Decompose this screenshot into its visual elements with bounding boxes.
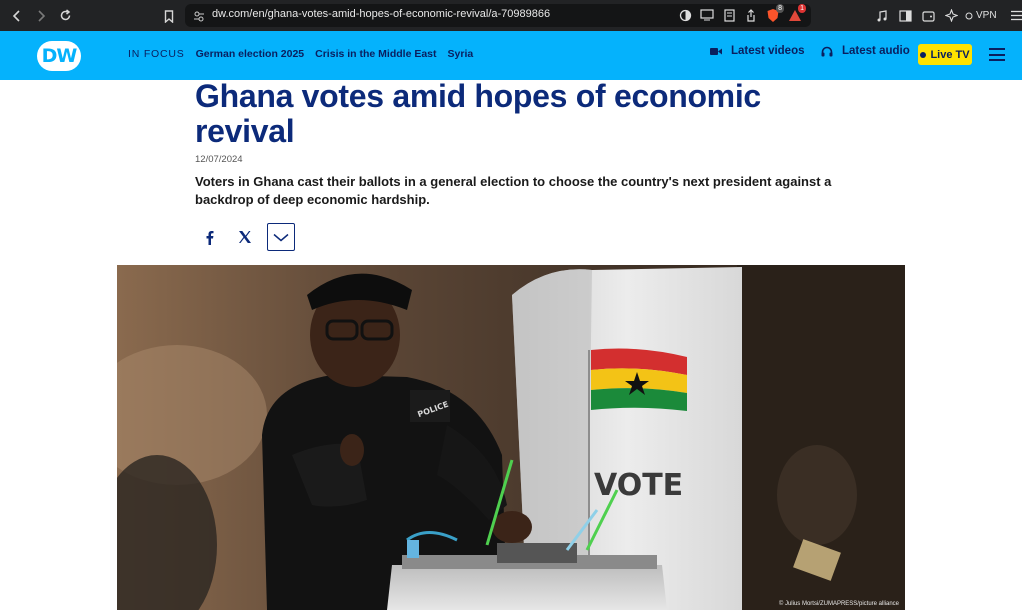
- sidebar-icon[interactable]: [896, 7, 914, 25]
- nav-link-middle-east[interactable]: Crisis in the Middle East: [315, 48, 436, 60]
- latest-videos-label: Latest videos: [731, 45, 805, 57]
- bookmark-icon[interactable]: [160, 7, 178, 25]
- dw-logo[interactable]: DW: [37, 41, 81, 71]
- cast-icon[interactable]: [699, 7, 715, 23]
- share-icon[interactable]: [743, 7, 759, 23]
- back-icon[interactable]: [8, 7, 26, 25]
- more-share-options-button[interactable]: [267, 223, 295, 251]
- rewards-icon[interactable]: 1: [787, 4, 806, 23]
- live-tv-button[interactable]: Live TV: [918, 44, 972, 65]
- site-header: DW IN FOCUS German election 2025 Crisis …: [0, 31, 1022, 80]
- menu-icon[interactable]: [1008, 7, 1022, 25]
- share-bar: [195, 223, 303, 251]
- vote-sign-text: VOTE: [594, 468, 683, 503]
- article-headline: Ghana votes amid hopes of economic reviv…: [195, 78, 761, 149]
- nav-link-german-election[interactable]: German election 2025: [196, 48, 305, 60]
- x-icon: [239, 231, 251, 243]
- top-navigation: IN FOCUS German election 2025 Crisis in …: [128, 48, 473, 60]
- latest-audio-label: Latest audio: [842, 45, 910, 57]
- live-dot-icon: [920, 51, 927, 58]
- in-focus-label: IN FOCUS: [128, 48, 185, 60]
- leo-ai-icon[interactable]: [942, 7, 960, 25]
- article-date: 12/07/2024: [195, 154, 243, 165]
- wallet-icon[interactable]: [919, 7, 937, 25]
- live-tv-label: Live TV: [930, 48, 970, 61]
- article-photo: POLICE VOTE © Julius Mortsi/ZUMAPRESS/pi…: [117, 265, 905, 610]
- reader-mode-icon[interactable]: [677, 7, 693, 23]
- page-icon[interactable]: [721, 7, 737, 23]
- article-teaser: Voters in Ghana cast their ballots in a …: [195, 174, 832, 207]
- address-bar[interactable]: dw.com/en/ghana-votes-amid-hopes-of-econ…: [185, 4, 811, 27]
- headphones-icon: [821, 46, 833, 56]
- x-share-button[interactable]: [231, 223, 259, 251]
- latest-videos-link[interactable]: Latest videos: [710, 45, 805, 57]
- browser-toolbar: dw.com/en/ghana-votes-amid-hopes-of-econ…: [0, 0, 1022, 31]
- facebook-icon: [206, 230, 213, 245]
- video-camera-icon: [710, 47, 722, 55]
- vpn-label: VPN: [976, 10, 997, 21]
- music-icon[interactable]: [873, 7, 891, 25]
- photo-credit: © Julius Mortsi/ZUMAPRESS/picture allian…: [778, 601, 899, 607]
- voting-scene-illustration: POLICE VOTE: [117, 265, 905, 610]
- site-settings-icon[interactable]: [193, 9, 205, 27]
- hamburger-menu-icon[interactable]: [989, 48, 1005, 61]
- url-text[interactable]: dw.com/en/ghana-votes-amid-hopes-of-econ…: [212, 8, 550, 20]
- forward-icon[interactable]: [32, 7, 50, 25]
- vpn-button[interactable]: VPN: [965, 10, 997, 21]
- nav-link-syria[interactable]: Syria: [448, 48, 474, 60]
- facebook-share-button[interactable]: [195, 223, 223, 251]
- brave-shield-icon[interactable]: 8: [765, 4, 784, 23]
- chevron-down-icon: [273, 233, 289, 241]
- logo-text: DW: [41, 45, 78, 67]
- vpn-status-icon: [965, 12, 973, 19]
- latest-audio-link[interactable]: Latest audio: [821, 45, 910, 57]
- reload-icon[interactable]: [56, 7, 74, 25]
